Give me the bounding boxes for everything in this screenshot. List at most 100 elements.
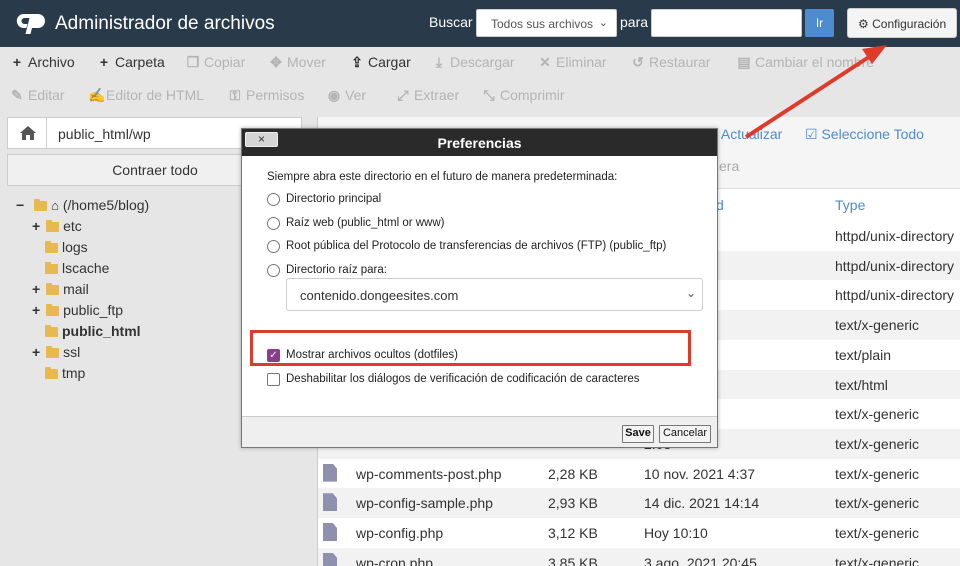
chevron-down-icon: ⌄ [598, 17, 608, 29]
file-icon [323, 523, 337, 541]
html-editor-button[interactable]: ✍Editor de HTML [88, 87, 204, 104]
table-row[interactable]: wp-comments-post.php 2,28 KB 10 nov. 2021 … [318, 459, 960, 489]
tree-item-public-ftp[interactable]: + public_ftp [32, 302, 123, 318]
rename-label: Cambiar el nombre [755, 54, 875, 70]
move-icon: ✥ [270, 54, 282, 70]
gear-icon: ⚙ [858, 17, 869, 31]
radio-label: Directorio principal [286, 193, 382, 205]
tree-item-home[interactable]: − ⌂ (/home5/blog) [16, 197, 149, 213]
table-row[interactable]: wp-cron.php 3,85 KB 3 ago. 2021 20:45 text/… [318, 547, 960, 566]
file-size-cell: 3,85 KB [548, 554, 598, 566]
toolbar: + Archivo + Carpeta ❐ Copiar ✥ Mover ⇪ Cargar… [0, 47, 960, 113]
radio-web-root[interactable] [267, 217, 280, 230]
upload-icon: ⇪ [351, 54, 363, 70]
folder-icon [46, 346, 60, 358]
download-button[interactable]: ⤓ Descargar [432, 54, 515, 71]
tree-item-logs[interactable]: logs [45, 239, 88, 255]
highlight-annotation [250, 330, 691, 366]
disable-encoding-checkbox[interactable] [267, 373, 280, 386]
dialog-title: Preferencias [437, 135, 522, 151]
folder-icon [45, 241, 58, 253]
restore-button[interactable]: ↺ Restaurar [631, 54, 710, 71]
search-scope-value: Todos sus archivos [491, 17, 594, 31]
file-type-cell: text/x-generic [835, 465, 920, 482]
file-name-cell: wp-config.php [356, 525, 444, 541]
folder-icon [45, 262, 58, 274]
tree-item-label: lscache [62, 260, 110, 276]
file-icon [323, 552, 337, 566]
tree-toggle[interactable]: + [32, 218, 40, 234]
tree-item-label: tmp [62, 365, 86, 381]
tree-toggle[interactable]: − [16, 197, 24, 213]
file-name-cell: wp-cron.php [356, 554, 434, 566]
cpanel-logo [16, 14, 45, 34]
file-icon [323, 493, 337, 512]
checkbox-icon: ☑ [805, 126, 818, 142]
permissions-button[interactable]: ⚿ Permisos [228, 87, 305, 104]
download-icon: ⤓ [435, 54, 443, 70]
tree-toggle[interactable]: + [32, 281, 40, 297]
move-button[interactable]: ✥ Mover [269, 54, 326, 71]
extract-label: Extraer [414, 87, 460, 103]
tree-item-lscache[interactable]: lscache [45, 260, 109, 276]
tree-toggle[interactable]: + [32, 344, 40, 360]
file-name-cell: wp-config-sample.php [356, 495, 493, 512]
go-button[interactable]: Ir [805, 9, 834, 37]
upload-label: Cargar [368, 54, 411, 70]
table-row[interactable]: wp-config-sample.php 2,93 KB 14 dic. 2021 … [318, 488, 960, 518]
copy-button[interactable]: ❐ Copiar [186, 54, 246, 71]
tree-toggle[interactable]: + [32, 302, 40, 318]
domain-select[interactable]: contenido.dongeesites.com ⌄ [286, 278, 703, 311]
home-button[interactable] [7, 117, 47, 149]
extract-button[interactable]: ⤢ Extraer [396, 87, 459, 104]
download-label: Descargar [450, 54, 515, 70]
radio-ftp-root[interactable] [267, 240, 280, 253]
file-modified-cell: Hoy 10:10 [644, 525, 708, 541]
delete-button[interactable]: ✕ Eliminar [538, 54, 607, 71]
search-scope-select[interactable]: Todos sus archivos ⌄ [476, 9, 617, 37]
top-header: Administrador de archivos Buscar Todos s… [0, 0, 960, 47]
file-type-cell: text/x-generic [835, 435, 920, 452]
radio-document-root[interactable] [267, 264, 280, 277]
permissions-label: Permisos [246, 87, 305, 103]
upload-button[interactable]: ⇪ Cargar [350, 54, 411, 71]
key-icon: ⚿ [229, 87, 241, 103]
tree-item-label: ssl [63, 344, 81, 360]
view-button[interactable]: ◉ Ver [327, 87, 366, 104]
column-header-type[interactable]: Type [835, 197, 865, 213]
rename-button[interactable]: ▤ Cambiar el nombre [737, 54, 874, 71]
file-type-cell: httpd/unix-directory [835, 228, 955, 244]
delete-label: Eliminar [556, 54, 607, 70]
view-label: Ver [345, 87, 367, 103]
new-file-label: Archivo [28, 54, 75, 70]
view-trash-button[interactable]: era [719, 158, 739, 174]
file-type-cell: text/x-generic [835, 554, 920, 566]
compress-icon: ⤡ [483, 87, 495, 103]
tree-item-ssl[interactable]: + ssl [32, 344, 80, 360]
save-button[interactable]: Save [622, 425, 654, 443]
copy-icon: ❐ [186, 54, 200, 70]
new-folder-button[interactable]: + Carpeta [97, 54, 165, 70]
tree-item-label: (/home5/blog) [62, 197, 150, 213]
tree-item-public-html[interactable]: public_html [45, 323, 141, 339]
radio-home-directory[interactable] [267, 193, 280, 206]
settings-label: Configuración [872, 17, 947, 31]
settings-button[interactable]: ⚙ Configuración [847, 8, 957, 38]
search-input[interactable] [651, 9, 802, 37]
folder-icon [46, 304, 60, 316]
edit-button[interactable]: ✎ Editar [10, 87, 64, 104]
tree-item-etc[interactable]: + etc [32, 218, 82, 234]
table-row[interactable]: wp-config.php 3,12 KB Hoy 10:10 text/x-gene… [318, 518, 960, 548]
chevron-down-icon: ⌄ [685, 286, 696, 300]
tree-item-mail[interactable]: + mail [32, 281, 89, 297]
tree-item-label: logs [62, 239, 88, 255]
tree-item-label: mail [63, 281, 89, 297]
for-label: para [620, 14, 649, 30]
compress-button[interactable]: ⤡ Comprimir [482, 87, 564, 104]
file-type-cell: httpd/unix-directory [835, 257, 955, 274]
dialog-footer: Save Cancelar [242, 416, 717, 447]
new-file-button[interactable]: + Archivo [10, 54, 75, 70]
tree-item-tmp[interactable]: tmp [45, 365, 85, 381]
cancel-button[interactable]: Cancelar [659, 425, 711, 443]
select-all-button[interactable]: ☑ Seleccione Todo [805, 126, 924, 143]
